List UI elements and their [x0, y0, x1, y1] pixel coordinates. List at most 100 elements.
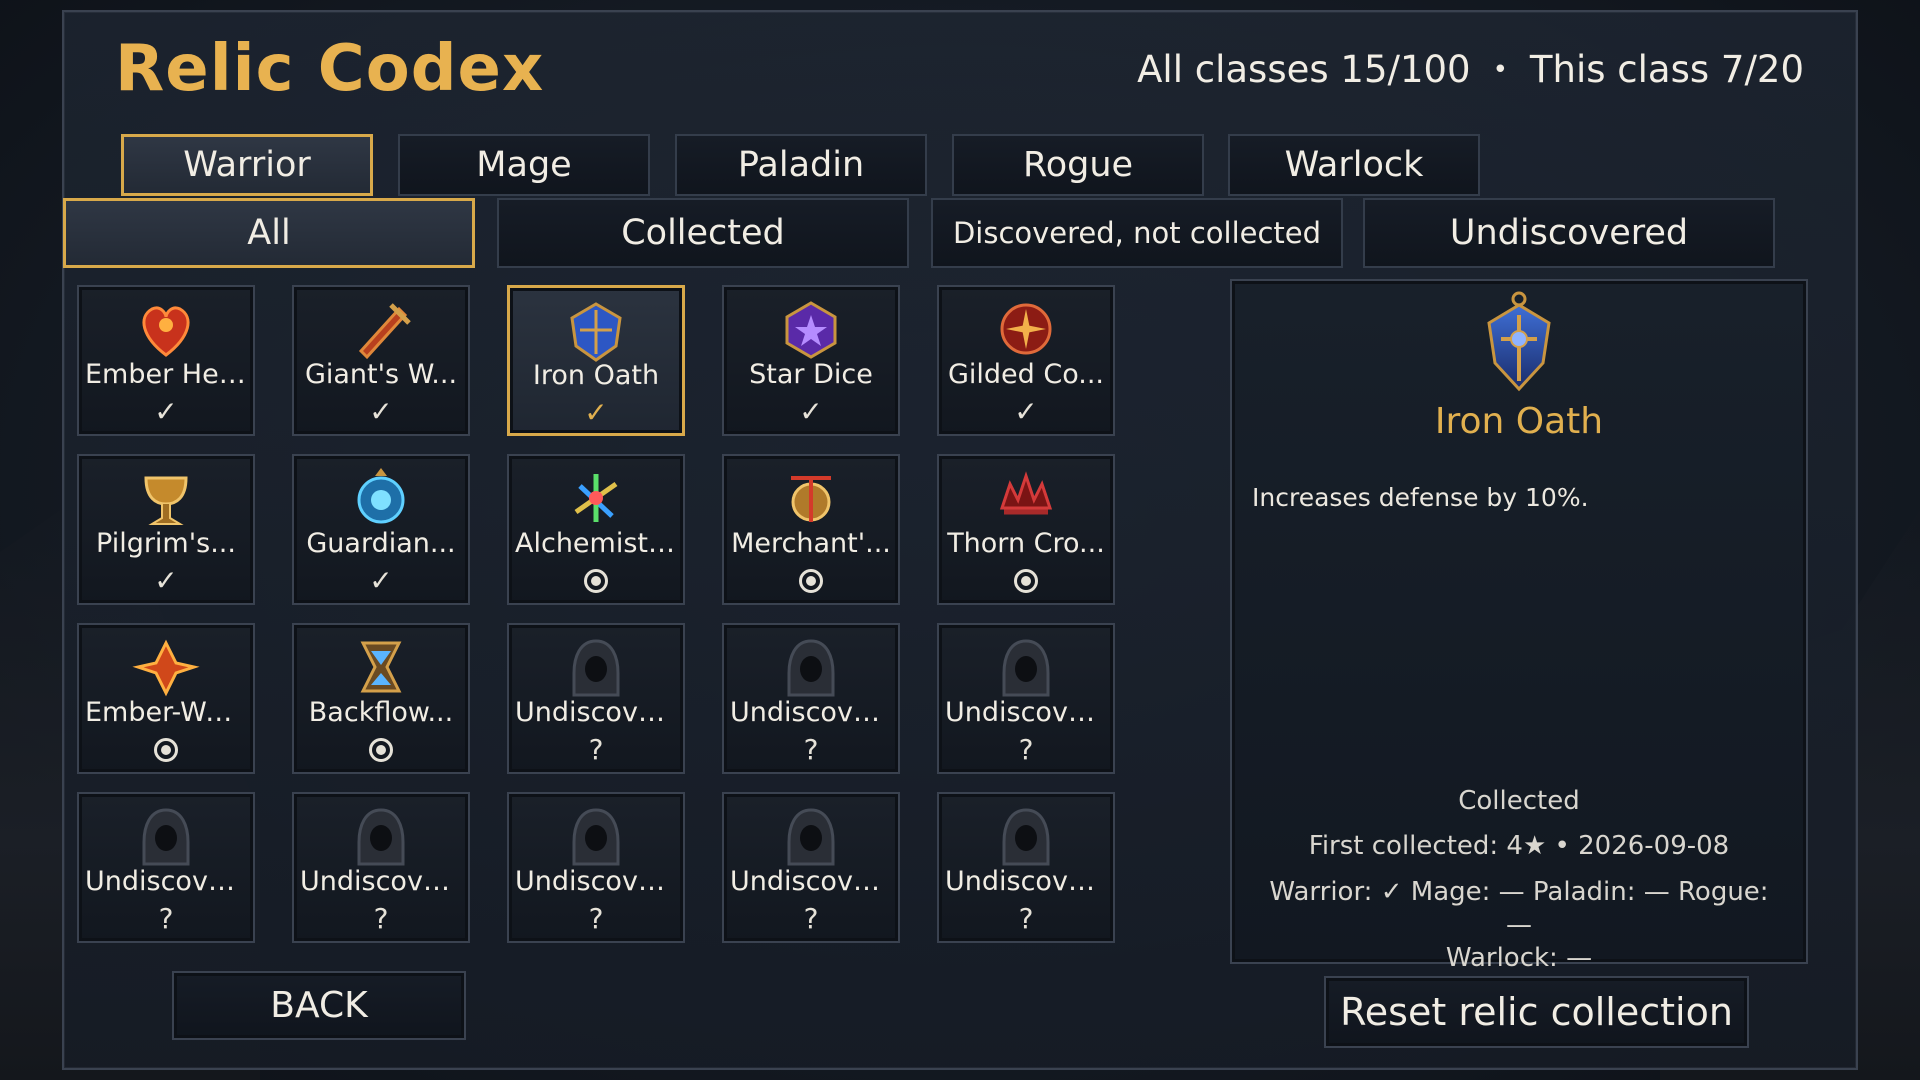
filter-discovered-not-collected[interactable]: Discovered, not collected — [931, 198, 1343, 268]
relic-name: Backflow... — [308, 697, 454, 728]
radio-icon — [1014, 569, 1038, 593]
relic-name: Giant's W... — [304, 359, 458, 390]
relic-card[interactable]: Merchant'... — [722, 454, 900, 605]
tab-paladin[interactable]: Paladin — [675, 134, 927, 196]
relic-name: Iron Oath — [532, 360, 660, 391]
progress-this-class: This class 7/20 — [1529, 48, 1804, 91]
relic-name: Undiscove... — [85, 866, 247, 897]
collected-check-icon: ✓ — [584, 396, 608, 429]
progress-separator: • — [1492, 54, 1508, 85]
detail-class-status-line: Warrior: ✓ Mage: — Paladin: — Rogue: — — [1269, 877, 1769, 940]
relic-name: Undiscove... — [730, 866, 892, 897]
relic-name: Pilgrim's... — [96, 528, 236, 559]
relic-card-undiscovered[interactable]: Undiscove...? — [937, 623, 1115, 774]
tab-mage[interactable]: Mage — [398, 134, 650, 196]
collected-check-icon: ✓ — [369, 395, 393, 428]
hooded-silhouette-icon — [357, 808, 405, 866]
relic-name: Ember Heart — [85, 359, 247, 390]
relic-name: Undiscove... — [300, 866, 462, 897]
relic-name: Gilded Co... — [947, 359, 1105, 390]
undiscovered-question-mark: ? — [1018, 733, 1034, 766]
collection-progress: All classes 15/100 • This class 7/20 — [1137, 48, 1804, 91]
relic-name: Ember-We... — [85, 697, 247, 728]
alchemist-icon — [574, 474, 618, 522]
merchant-scale-icon — [791, 476, 831, 522]
filter-all[interactable]: All — [63, 198, 475, 268]
relic-name: Undiscove... — [515, 697, 677, 728]
pilgrims-chalice-icon — [144, 476, 188, 525]
relic-card[interactable]: Backflow... — [292, 623, 470, 774]
relic-card-undiscovered[interactable]: Undiscove...? — [722, 792, 900, 943]
star-dice-icon — [785, 301, 837, 359]
tab-warlock[interactable]: Warlock — [1228, 134, 1480, 196]
ember-heart-icon — [142, 306, 190, 357]
detail-class-status: Warrior: ✓ Mage: — Paladin: — Rogue: — W… — [1262, 876, 1776, 975]
undiscovered-question-mark: ? — [803, 733, 819, 766]
radio-icon — [799, 569, 823, 593]
discovered-radio-icon — [724, 566, 898, 599]
radio-icon — [369, 738, 393, 762]
hooded-silhouette-icon — [572, 808, 620, 866]
undiscovered-question-mark: ? — [158, 902, 174, 935]
detail-relic-name: Iron Oath — [1434, 401, 1604, 442]
discovered-radio-icon — [509, 566, 683, 599]
relic-name: Undiscove... — [730, 697, 892, 728]
relic-card[interactable]: Guardian... ✓ — [292, 454, 470, 605]
relic-card-undiscovered[interactable]: Undiscove...? — [507, 792, 685, 943]
collected-check-icon: ✓ — [154, 564, 178, 597]
hooded-silhouette-icon — [1002, 808, 1050, 866]
filter-collected[interactable]: Collected — [497, 198, 909, 268]
relic-card[interactable]: Iron Oath ✓ — [507, 285, 685, 436]
relic-card-undiscovered[interactable]: Undiscove...? — [722, 623, 900, 774]
relic-card[interactable]: Gilded Co... ✓ — [937, 285, 1115, 436]
undiscovered-question-mark: ? — [1018, 902, 1034, 935]
hooded-silhouette-icon — [787, 639, 835, 697]
relic-name: Guardian... — [306, 528, 456, 559]
tab-rogue[interactable]: Rogue — [952, 134, 1204, 196]
undiscovered-question-mark: ? — [373, 902, 389, 935]
back-button[interactable]: BACK — [172, 971, 466, 1040]
hooded-silhouette-icon — [1002, 639, 1050, 697]
iron-oath-icon — [1487, 291, 1551, 392]
giants-weapon-icon — [358, 303, 411, 360]
discovered-radio-icon — [939, 566, 1113, 599]
collected-check-icon: ✓ — [369, 564, 393, 597]
relic-name: Undiscove... — [945, 697, 1107, 728]
discovered-radio-icon — [79, 735, 253, 768]
hooded-silhouette-icon — [142, 808, 190, 866]
relic-card[interactable]: Ember Heart ✓ — [77, 285, 255, 436]
relic-name: Merchant'... — [731, 528, 891, 559]
relic-card-undiscovered[interactable]: Undiscove...? — [77, 792, 255, 943]
relic-card[interactable]: Alchemist'... — [507, 454, 685, 605]
collected-check-icon: ✓ — [799, 395, 823, 428]
backflow-hourglass-icon — [360, 641, 402, 693]
collected-check-icon: ✓ — [1014, 395, 1038, 428]
relic-card[interactable]: Ember-We... — [77, 623, 255, 774]
radio-icon — [584, 569, 608, 593]
relic-name: Undiscove... — [945, 866, 1107, 897]
relic-card[interactable]: Pilgrim's... ✓ — [77, 454, 255, 605]
detail-class-status-line: Warlock: — — [1445, 943, 1593, 973]
iron-oath-icon — [570, 302, 622, 362]
thorn-crown-icon — [999, 471, 1053, 515]
progress-all-classes: All classes 15/100 — [1137, 48, 1471, 91]
radio-icon — [154, 738, 178, 762]
relic-card[interactable]: Thorn Cro... — [937, 454, 1115, 605]
relic-card[interactable]: Giant's W... ✓ — [292, 285, 470, 436]
reset-relic-collection-button[interactable]: Reset relic collection — [1324, 976, 1749, 1048]
tab-warrior[interactable]: Warrior — [121, 134, 373, 196]
ember-weave-icon — [132, 639, 200, 697]
filter-undiscovered[interactable]: Undiscovered — [1363, 198, 1775, 268]
hooded-silhouette-icon — [572, 639, 620, 697]
relic-card[interactable]: Star Dice ✓ — [722, 285, 900, 436]
relic-card-undiscovered[interactable]: Undiscove...? — [292, 792, 470, 943]
page-title: Relic Codex — [115, 32, 545, 106]
relic-name: Alchemist'... — [515, 528, 677, 559]
relic-card-undiscovered[interactable]: Undiscove...? — [507, 623, 685, 774]
detail-collected-status: Collected — [1458, 786, 1580, 816]
relic-detail-panel: Iron Oath Increases defense by 10%. Coll… — [1230, 279, 1808, 973]
gilded-compass-icon — [1000, 303, 1052, 355]
collected-check-icon: ✓ — [154, 395, 178, 428]
undiscovered-question-mark: ? — [803, 902, 819, 935]
relic-card-undiscovered[interactable]: Undiscove...? — [937, 792, 1115, 943]
